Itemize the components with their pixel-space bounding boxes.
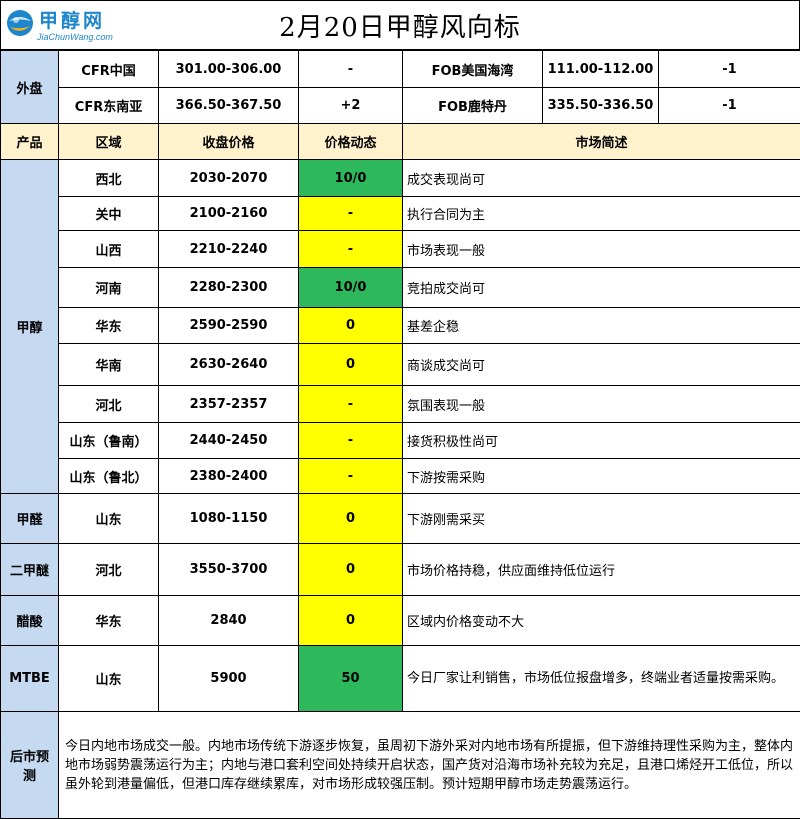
region-cell: 华东 <box>59 308 159 344</box>
price-cell: 2590-2590 <box>159 308 299 344</box>
change-cell: 0 <box>299 344 403 386</box>
region-cell: 山东 <box>59 646 159 712</box>
change-cell: 10/0 <box>299 268 403 308</box>
external-right-change: -1 <box>659 88 800 124</box>
price-cell: 2100-2160 <box>159 197 299 231</box>
external-right-name: FOB美国海湾 <box>403 51 543 88</box>
summary-cell: 下游刚需采买 <box>403 494 800 544</box>
table-row: 醋酸 华东 2840 0 区域内价格变动不大 <box>1 596 800 646</box>
forecast-text: 今日内地市场成交一般。内地市场传统下游逐步恢复，虽周初下游外采对内地市场有所提振… <box>59 712 800 819</box>
summary-cell: 市场表现一般 <box>403 231 800 268</box>
column-product: 产品 <box>1 124 59 160</box>
change-cell: - <box>299 231 403 268</box>
summary-cell: 下游按需采购 <box>403 459 800 494</box>
table-row: 甲醛 山东 1080-1150 0 下游刚需采买 <box>1 494 800 544</box>
summary-cell: 执行合同为主 <box>403 197 800 231</box>
page-header: 甲醇网 JiaChunWang.com 2月20日甲醇风向标 <box>0 0 800 50</box>
summary-cell: 商谈成交尚可 <box>403 344 800 386</box>
summary-cell: 竞拍成交尚可 <box>403 268 800 308</box>
table-row: 华南 2630-2640 0 商谈成交尚可 <box>1 344 800 386</box>
product-cell: 甲醛 <box>1 494 59 544</box>
price-cell: 1080-1150 <box>159 494 299 544</box>
product-methanol: 甲醇 <box>1 160 59 494</box>
column-header-row: 产品 区域 收盘价格 价格动态 市场简述 <box>1 124 800 160</box>
summary-cell: 接货积极性尚可 <box>403 423 800 459</box>
table-row: 河南 2280-2300 10/0 竞拍成交尚可 <box>1 268 800 308</box>
change-cell: - <box>299 459 403 494</box>
external-right-change: -1 <box>659 51 800 88</box>
region-cell: 山西 <box>59 231 159 268</box>
region-cell: 华东 <box>59 596 159 646</box>
column-change: 价格动态 <box>299 124 403 160</box>
summary-cell: 今日厂家让利销售，市场低位报盘增多，终端业者适量按需采购。 <box>403 646 800 712</box>
external-row: 外盘 CFR中国 301.00-306.00 - FOB美国海湾 111.00-… <box>1 51 800 88</box>
price-cell: 2357-2357 <box>159 386 299 423</box>
change-cell: - <box>299 386 403 423</box>
product-cell: 醋酸 <box>1 596 59 646</box>
page-title: 2月20日甲醇风向标 <box>1 7 799 44</box>
table-row: MTBE 山东 5900 50 今日厂家让利销售，市场低位报盘增多，终端业者适量… <box>1 646 800 712</box>
external-left-price: 301.00-306.00 <box>159 51 299 88</box>
table-row: 山西 2210-2240 - 市场表现一般 <box>1 231 800 268</box>
price-cell: 2030-2070 <box>159 160 299 197</box>
external-left-price: 366.50-367.50 <box>159 88 299 124</box>
region-cell: 山东 <box>59 494 159 544</box>
external-row: CFR东南亚 366.50-367.50 +2 FOB鹿特丹 335.50-33… <box>1 88 800 124</box>
column-price: 收盘价格 <box>159 124 299 160</box>
price-cell: 2440-2450 <box>159 423 299 459</box>
summary-cell: 基差企稳 <box>403 308 800 344</box>
change-cell: 0 <box>299 308 403 344</box>
price-cell: 2210-2240 <box>159 231 299 268</box>
region-cell: 河北 <box>59 386 159 423</box>
external-left-change: - <box>299 51 403 88</box>
external-right-price: 111.00-112.00 <box>543 51 659 88</box>
summary-cell: 氛围表现一般 <box>403 386 800 423</box>
external-right-name: FOB鹿特丹 <box>403 88 543 124</box>
table-row: 华东 2590-2590 0 基差企稳 <box>1 308 800 344</box>
region-cell: 华南 <box>59 344 159 386</box>
price-cell: 3550-3700 <box>159 544 299 596</box>
table-row: 关中 2100-2160 - 执行合同为主 <box>1 197 800 231</box>
forecast-label: 后市预测 <box>1 712 59 819</box>
product-cell: MTBE <box>1 646 59 712</box>
price-cell: 2840 <box>159 596 299 646</box>
table-row: 山东（鲁北） 2380-2400 - 下游按需采购 <box>1 459 800 494</box>
change-cell: 0 <box>299 494 403 544</box>
region-cell: 河北 <box>59 544 159 596</box>
change-cell: 50 <box>299 646 403 712</box>
price-cell: 2280-2300 <box>159 268 299 308</box>
column-region: 区域 <box>59 124 159 160</box>
price-table: 外盘 CFR中国 301.00-306.00 - FOB美国海湾 111.00-… <box>0 50 800 819</box>
summary-cell: 市场价格持稳，供应面维持低位运行 <box>403 544 800 596</box>
external-left-name: CFR中国 <box>59 51 159 88</box>
region-cell: 西北 <box>59 160 159 197</box>
change-cell: - <box>299 423 403 459</box>
external-right-price: 335.50-336.50 <box>543 88 659 124</box>
change-cell: - <box>299 197 403 231</box>
price-cell: 2630-2640 <box>159 344 299 386</box>
price-cell: 5900 <box>159 646 299 712</box>
table-row: 山东（鲁南） 2440-2450 - 接货积极性尚可 <box>1 423 800 459</box>
change-cell: 0 <box>299 544 403 596</box>
price-cell: 2380-2400 <box>159 459 299 494</box>
external-left-change: +2 <box>299 88 403 124</box>
external-left-name: CFR东南亚 <box>59 88 159 124</box>
table-row: 二甲醚 河北 3550-3700 0 市场价格持稳，供应面维持低位运行 <box>1 544 800 596</box>
table-row: 甲醇 西北 2030-2070 10/0 成交表现尚可 <box>1 160 800 197</box>
summary-cell: 成交表现尚可 <box>403 160 800 197</box>
change-cell: 0 <box>299 596 403 646</box>
product-cell: 二甲醚 <box>1 544 59 596</box>
column-summary: 市场简述 <box>403 124 800 160</box>
region-cell: 山东（鲁北） <box>59 459 159 494</box>
external-label: 外盘 <box>1 51 59 124</box>
region-cell: 关中 <box>59 197 159 231</box>
change-cell: 10/0 <box>299 160 403 197</box>
forecast-row: 后市预测 今日内地市场成交一般。内地市场传统下游逐步恢复，虽周初下游外采对内地市… <box>1 712 800 819</box>
region-cell: 山东（鲁南） <box>59 423 159 459</box>
summary-cell: 区域内价格变动不大 <box>403 596 800 646</box>
region-cell: 河南 <box>59 268 159 308</box>
table-row: 河北 2357-2357 - 氛围表现一般 <box>1 386 800 423</box>
